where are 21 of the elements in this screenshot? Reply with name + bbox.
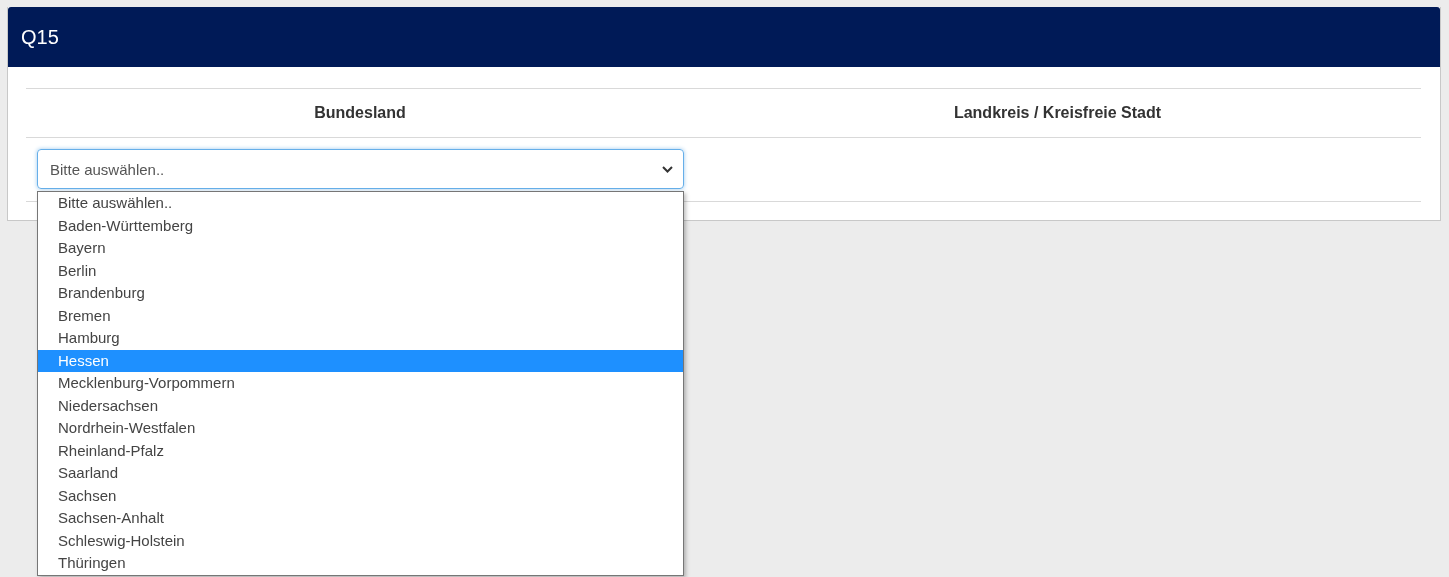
- column-header: Landkreis / Kreisfreie Stadt: [694, 89, 1421, 138]
- dropdown-option[interactable]: Mecklenburg-Vorpommern: [38, 372, 683, 395]
- dropdown-option[interactable]: Sachsen-Anhalt: [38, 507, 683, 530]
- dropdown-option[interactable]: Hamburg: [38, 327, 683, 350]
- dropdown-option[interactable]: Bitte auswählen..: [38, 192, 683, 215]
- dropdown-option[interactable]: Sachsen: [38, 484, 683, 507]
- caret-icon: [662, 165, 673, 173]
- dropdown-option[interactable]: Nordrhein-Westfalen: [38, 417, 683, 440]
- column-header: Bundesland: [26, 89, 694, 138]
- dropdown-option[interactable]: Bremen: [38, 304, 683, 327]
- dropdown-option[interactable]: Baden-Württemberg: [38, 214, 683, 237]
- dropdown-option[interactable]: Niedersachsen: [38, 394, 683, 417]
- dropdown-option[interactable]: Thüringen: [38, 552, 683, 575]
- dropdown-option[interactable]: Saarland: [38, 462, 683, 485]
- question-title: Q15: [21, 25, 59, 49]
- dropdown-option[interactable]: Bayern: [38, 237, 683, 260]
- dropdown-option[interactable]: Brandenburg: [38, 282, 683, 305]
- dropdown-option[interactable]: Berlin: [38, 259, 683, 282]
- dropdown-option[interactable]: Rheinland-Pfalz: [38, 439, 683, 462]
- state-select[interactable]: Bitte auswählen..: [37, 149, 684, 189]
- dropdown-option[interactable]: Schleswig-Holstein: [38, 529, 683, 552]
